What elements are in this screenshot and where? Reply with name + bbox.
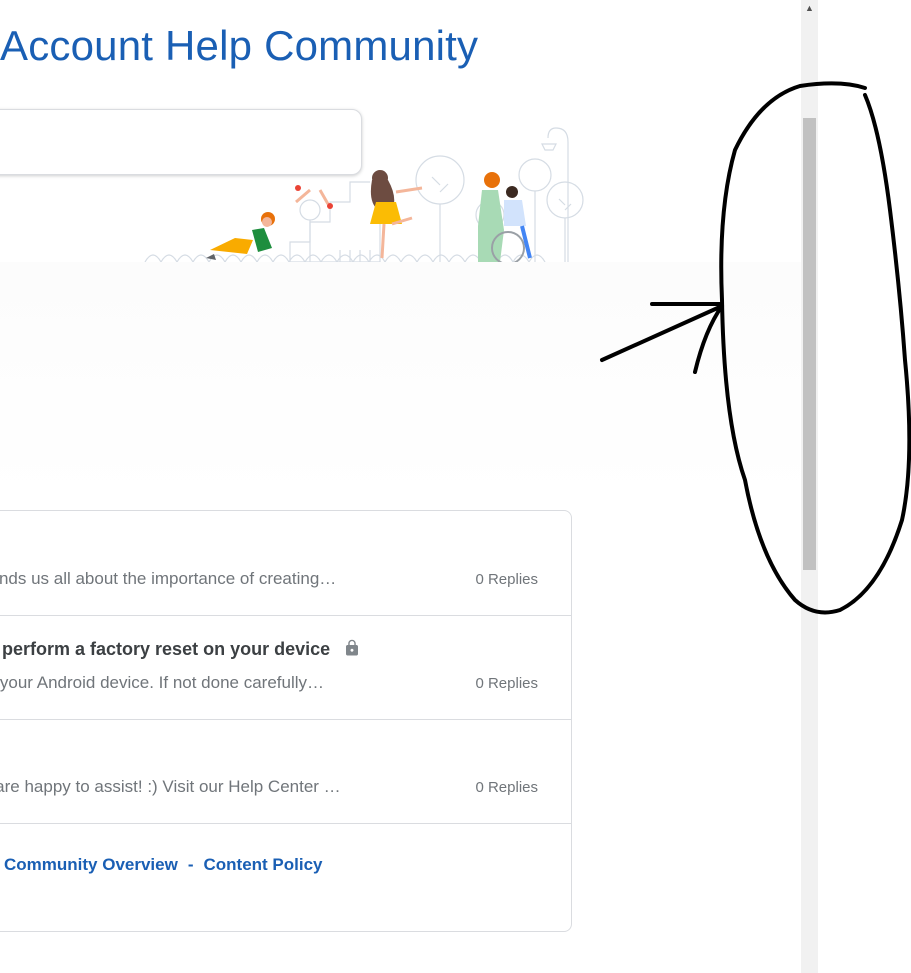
lock-icon <box>346 639 359 656</box>
thread-reply-count: 0 Replies <box>475 571 538 588</box>
footer-links: Community Overview - Content Policy <box>4 855 323 875</box>
thread-row[interactable]: minds us all about the importance of cre… <box>0 511 571 616</box>
right-margin <box>818 0 911 973</box>
page-title: Account Help Community <box>0 22 479 69</box>
thread-row[interactable]: ) perform a factory reset on your device… <box>0 615 571 720</box>
community-overview-link[interactable]: Community Overview <box>4 855 178 874</box>
content-area-background <box>0 262 801 502</box>
thread-list: minds us all about the importance of cre… <box>0 510 572 932</box>
thread-title-container[interactable]: ) perform a factory reset on your device <box>0 639 361 660</box>
thread-title[interactable]: ) perform a factory reset on your device <box>0 639 330 659</box>
scrollbar-thumb[interactable] <box>803 118 816 570</box>
vertical-scrollbar[interactable]: ▲ <box>801 0 818 973</box>
scroll-up-arrow-icon[interactable]: ▲ <box>801 0 818 17</box>
thread-reply-count: 0 Replies <box>475 779 538 796</box>
content-policy-link[interactable]: Content Policy <box>204 855 323 874</box>
thread-snippet: et your Android device. If not done care… <box>0 673 325 692</box>
page-content: Account Help Community minds us all abou… <box>0 0 801 973</box>
hero-illustration <box>144 127 584 265</box>
footer-separator: - <box>187 855 194 874</box>
thread-snippet: e are happy to assist! :) Visit our Help… <box>0 777 341 796</box>
thread-reply-count: 0 Replies <box>475 675 538 692</box>
thread-snippet: minds us all about the importance of cre… <box>0 569 337 588</box>
thread-row[interactable]: e are happy to assist! :) Visit our Help… <box>0 719 571 824</box>
